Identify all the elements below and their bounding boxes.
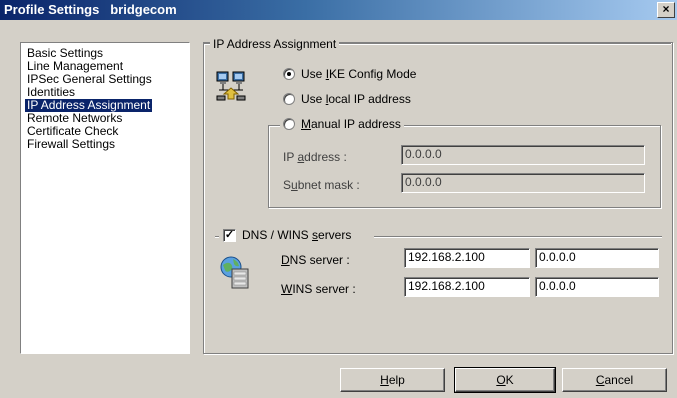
dns-wins-checkbox[interactable]: ✓	[223, 229, 236, 242]
close-button[interactable]: ×	[657, 2, 675, 18]
mask-label-accesskey: u	[291, 178, 298, 192]
mask-label-text: S	[283, 178, 292, 192]
sidebar-item-label: Certificate Check	[27, 124, 119, 138]
help-label: elp	[388, 373, 405, 387]
ip-address-label: IP address :	[283, 150, 347, 164]
profile-name: bridgecom	[110, 2, 177, 17]
wins-label-text: INS server :	[292, 282, 356, 296]
dns-secondary-field[interactable]: 0.0.0.0	[535, 248, 659, 268]
ike-label-text-end: KE Config Mode	[329, 67, 417, 81]
manual-ip-group	[268, 125, 661, 208]
local-ip-radio[interactable]	[283, 93, 295, 105]
manual-label-accesskey: M	[301, 117, 311, 131]
dns-primary-field[interactable]: 192.168.2.100	[404, 248, 530, 268]
manual-label-text-end: anual IP address	[311, 117, 401, 131]
ok-accesskey: O	[496, 373, 506, 387]
ike-config-label[interactable]: Use IKE Config Mode	[301, 67, 416, 81]
network-computers-icon	[216, 71, 246, 101]
dns-wins-label-text: DNS / WINS	[242, 228, 313, 242]
ok-label: K	[505, 373, 514, 387]
mask-label-text-end: bnet mask :	[297, 178, 360, 192]
sidebar-item-label: IPSec General Settings	[27, 72, 152, 86]
subnet-mask-label: Subnet mask :	[283, 178, 360, 192]
ok-button[interactable]: OK	[454, 367, 556, 393]
wins-secondary-field[interactable]: 0.0.0.0	[535, 277, 659, 297]
profile-settings-window: Profile Settings bridgecom × Basic Setti…	[0, 0, 677, 398]
ip-label-text-end: ddress :	[304, 150, 347, 164]
sidebar-item-label: Basic Settings	[27, 46, 104, 60]
cancel-button[interactable]: Cancel	[562, 368, 667, 392]
dns-label-accesskey: D	[281, 253, 290, 267]
wins-primary-field[interactable]: 192.168.2.100	[404, 277, 530, 297]
dns-label-text: NS server :	[289, 253, 350, 267]
sidebar-item-label: IP Address Assignment	[27, 98, 151, 112]
ip-assignment-group-title: IP Address Assignment	[210, 37, 340, 51]
server-globe-icon	[220, 256, 249, 289]
wins-server-label: WINS server :	[281, 282, 356, 296]
dns-wins-label[interactable]: DNS / WINS servers	[242, 228, 351, 242]
sidebar-item-firewall-settings[interactable]: Firewall Settings	[25, 138, 117, 151]
ip-address-field[interactable]: 0.0.0.0	[401, 145, 645, 165]
window-title-text: Profile Settings	[4, 2, 100, 17]
ike-config-radio[interactable]	[283, 68, 295, 80]
manual-ip-label[interactable]: Manual IP address	[301, 117, 401, 131]
sidebar-item-label: Remote Networks	[27, 111, 123, 125]
local-label-text: Use	[301, 92, 326, 106]
manual-ip-radio[interactable]	[283, 118, 295, 130]
subnet-mask-field[interactable]: 0.0.0.0	[401, 173, 645, 193]
sidebar-item-label: Firewall Settings	[27, 137, 116, 151]
window-title: Profile Settings bridgecom	[4, 2, 177, 17]
help-button[interactable]: Help	[340, 368, 445, 392]
ip-label-text: IP	[283, 150, 298, 164]
dns-server-label: DNS server :	[281, 253, 350, 267]
sidebar-item-label: Line Management	[27, 59, 124, 73]
wins-label-accesskey: W	[281, 282, 293, 296]
help-accesskey: H	[380, 373, 389, 387]
ike-label-text: Use	[301, 67, 326, 81]
cancel-label: ancel	[604, 373, 634, 387]
sidebar-item-label: Identities	[27, 85, 76, 99]
close-icon: ×	[662, 2, 670, 16]
title-bar[interactable]: Profile Settings bridgecom ×	[0, 0, 677, 20]
local-ip-label[interactable]: Use local IP address	[301, 92, 411, 106]
checkbox-check-icon: ✓	[224, 229, 235, 241]
settings-category-list[interactable]: Basic Settings Line Management IPSec Gen…	[20, 42, 190, 354]
dns-wins-label-text-end: ervers	[318, 228, 352, 242]
local-label-text-end: ocal IP address	[328, 92, 411, 106]
